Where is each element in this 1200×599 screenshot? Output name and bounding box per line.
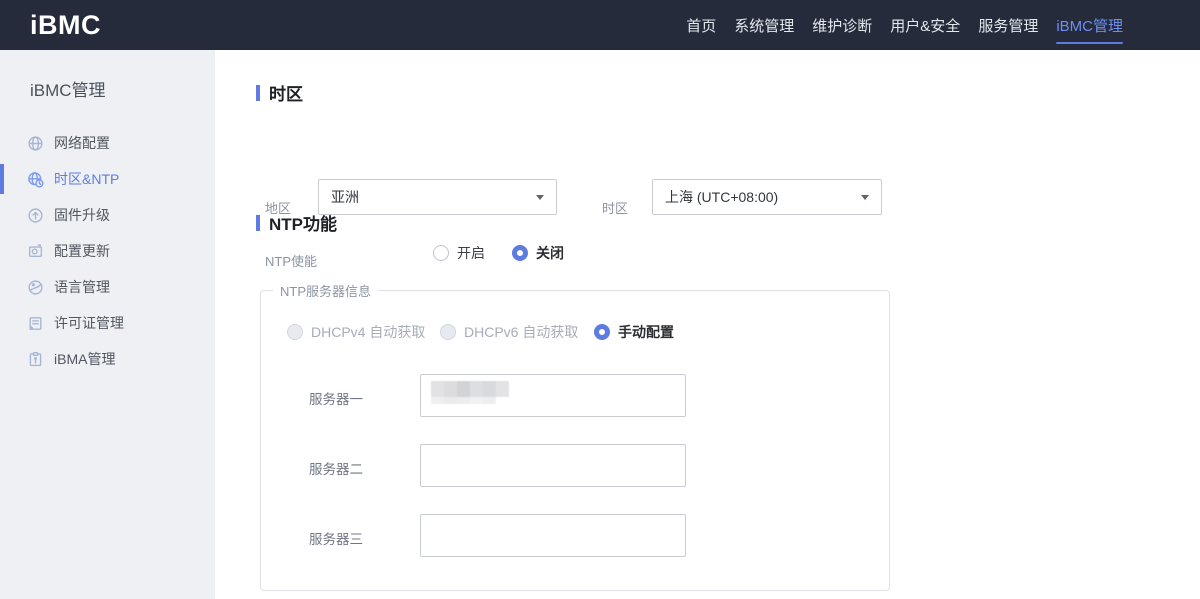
sidebar-item-license-management[interactable]: 许可证管理 (0, 305, 215, 341)
sidebar-item-label: 时区&NTP (54, 169, 119, 189)
firmware-upgrade-icon (27, 207, 44, 224)
ntp-enable-off-radio[interactable]: 关闭 (512, 243, 564, 263)
sidebar-item-network-config[interactable]: 网络配置 (0, 125, 215, 161)
nav-system-management[interactable]: 系统管理 (733, 0, 795, 50)
radio-label: DHCPv6 自动获取 (464, 322, 578, 342)
timezone-select-value: 上海 (UTC+08:00) (665, 187, 778, 207)
main-content: 时区 地区 亚洲 时区 上海 (UTC+08:00) NTP功能 NTP使能 开… (215, 50, 1200, 599)
sidebar-item-label: 网络配置 (54, 133, 110, 153)
dhcpv6-auto-radio: DHCPv6 自动获取 (440, 322, 578, 342)
config-update-icon (27, 243, 44, 260)
ibma-clipboard-icon (27, 351, 44, 368)
ntp-server-group-legend: NTP服务器信息 (273, 281, 378, 300)
section-accent-bar (256, 85, 260, 101)
sidebar-item-firmware-upgrade[interactable]: 固件升级 (0, 197, 215, 233)
region-select[interactable]: 亚洲 (318, 179, 557, 215)
ntp-section-title: NTP功能 (256, 210, 337, 235)
nav-home[interactable]: 首页 (685, 0, 717, 50)
sidebar-item-label: 许可证管理 (54, 313, 124, 333)
dhcpv4-auto-radio: DHCPv4 自动获取 (287, 322, 425, 342)
section-title-text: 时区 (269, 80, 303, 105)
server-three-input[interactable] (420, 514, 686, 557)
timezone-select[interactable]: 上海 (UTC+08:00) (652, 179, 882, 215)
radio-label: 手动配置 (618, 322, 674, 342)
radio-circle-icon (287, 324, 303, 340)
sidebar-item-language-management[interactable]: 语言管理 (0, 269, 215, 305)
sidebar-item-ibma-management[interactable]: iBMA管理 (0, 341, 215, 377)
sidebar-title: iBMC管理 (0, 50, 215, 101)
radio-label: 关闭 (536, 243, 564, 263)
nav-ibmc-management[interactable]: iBMC管理 (1055, 0, 1124, 50)
server-one-label: 服务器一 (309, 388, 363, 408)
ntp-enable-on-radio[interactable]: 开启 (433, 243, 485, 263)
radio-circle-icon (440, 324, 456, 340)
sidebar-item-label: 配置更新 (54, 241, 110, 261)
section-title-text: NTP功能 (269, 210, 337, 235)
radio-label: DHCPv4 自动获取 (311, 322, 425, 342)
nav-service-management[interactable]: 服务管理 (977, 0, 1039, 50)
sidebar: iBMC管理 网络配置 时区&NTP 固件升级 配置更新 (0, 50, 215, 599)
top-navigation: 首页 系统管理 维护诊断 用户&安全 服务管理 iBMC管理 (685, 0, 1124, 50)
ntp-enable-label: NTP使能 (265, 251, 317, 270)
radio-circle-icon (594, 324, 610, 340)
sidebar-item-label: iBMA管理 (54, 349, 115, 369)
sidebar-item-config-update[interactable]: 配置更新 (0, 233, 215, 269)
ntp-server-group: NTP服务器信息 DHCPv4 自动获取 DHCPv6 自动获取 手动配置 服务… (260, 281, 890, 591)
sidebar-item-timezone-ntp[interactable]: 时区&NTP (0, 161, 215, 197)
language-globe-icon (27, 279, 44, 296)
sidebar-item-label: 固件升级 (54, 205, 110, 225)
server-two-label: 服务器二 (309, 458, 363, 478)
nav-user-security[interactable]: 用户&安全 (889, 0, 961, 50)
sidebar-item-label: 语言管理 (54, 277, 110, 297)
server-three-label: 服务器三 (309, 528, 363, 548)
region-select-value: 亚洲 (331, 187, 359, 207)
radio-label: 开启 (457, 243, 485, 263)
redacted-value-mosaic (431, 381, 511, 404)
timezone-clock-icon (27, 171, 44, 188)
radio-circle-icon (512, 245, 528, 261)
manual-config-radio[interactable]: 手动配置 (594, 322, 674, 342)
top-header: iBMC 首页 系统管理 维护诊断 用户&安全 服务管理 iBMC管理 (0, 0, 1200, 50)
timezone-section-title: 时区 (256, 80, 303, 105)
chevron-down-icon (861, 195, 869, 200)
chevron-down-icon (536, 195, 544, 200)
license-doc-icon (27, 315, 44, 332)
timezone-label: 时区 (602, 198, 628, 217)
radio-circle-icon (433, 245, 449, 261)
section-accent-bar (256, 215, 260, 231)
server-two-input[interactable] (420, 444, 686, 487)
sidebar-menu: 网络配置 时区&NTP 固件升级 配置更新 语言管理 (0, 125, 215, 377)
ibmc-logo: iBMC (30, 10, 101, 41)
network-globe-icon (27, 135, 44, 152)
nav-maintenance-diagnostics[interactable]: 维护诊断 (811, 0, 873, 50)
